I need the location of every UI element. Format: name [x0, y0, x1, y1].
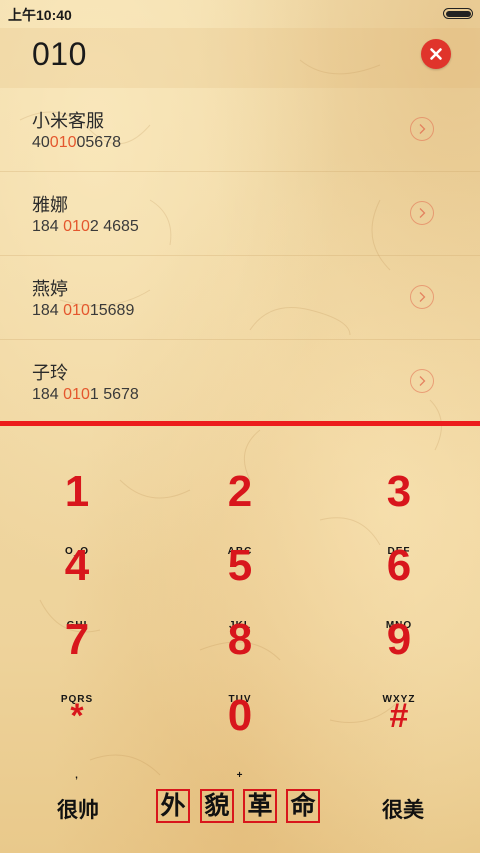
battery-level: [445, 10, 471, 17]
bottom-bar: 很帅 外 貌 革 命 很美: [0, 781, 480, 853]
left-action-button[interactable]: 很帅: [57, 794, 99, 824]
contact-detail-button[interactable]: [410, 369, 434, 393]
battery-icon: [443, 8, 473, 19]
key-digit: 4: [64, 541, 90, 590]
dialed-number: 010: [32, 36, 87, 72]
number-suffix: 15689: [89, 302, 135, 319]
dial-keypad: 1 O_O 2 ABC 3 DEF 4 GHI 5 JKL 6 MNO 7 PQ…: [0, 426, 480, 782]
key-star[interactable]: * ,: [7, 678, 147, 781]
contact-number: 184 01015689: [32, 302, 134, 320]
key-digit: 6: [386, 541, 412, 590]
contact-name: 小米客服: [32, 111, 104, 132]
number-suffix: 05678: [76, 134, 122, 151]
number-match: 010: [63, 386, 90, 403]
chevron-right-icon: [419, 124, 426, 134]
key-1[interactable]: 1 O_O: [7, 454, 147, 558]
key-digit: 2: [227, 467, 253, 516]
chevron-right-icon: [419, 292, 426, 302]
status-bar: 上午10:40: [0, 0, 480, 28]
key-digit: 9: [386, 615, 412, 664]
key-4[interactable]: 4 GHI: [7, 528, 147, 632]
number-suffix: 1 5678: [89, 386, 139, 403]
key-digit: 7: [64, 615, 90, 664]
key-8[interactable]: 8 TUV: [170, 602, 310, 706]
clear-button[interactable]: [421, 39, 451, 69]
number-prefix: 184: [32, 302, 64, 319]
key-letters: ,: [75, 770, 79, 781]
key-hash[interactable]: #: [329, 678, 469, 752]
key-0[interactable]: 0 +: [170, 678, 310, 782]
contact-detail-button[interactable]: [410, 285, 434, 309]
chevron-right-icon: [419, 208, 426, 218]
number-prefix: 184: [32, 386, 64, 403]
dialed-number-header: 010: [0, 28, 480, 88]
key-digit: #: [389, 697, 409, 735]
contact-row[interactable]: 子玲 184 0101 5678: [0, 340, 480, 424]
number-match: 010: [63, 218, 90, 235]
contact-name: 雅娜: [32, 195, 68, 216]
stamp-char: 命: [286, 789, 320, 823]
key-digit: 5: [227, 541, 253, 590]
contact-number: 184 0102 4685: [32, 218, 139, 236]
right-action-button[interactable]: 很美: [382, 794, 424, 824]
key-2[interactable]: 2 ABC: [170, 454, 310, 558]
stamp-char: 外: [156, 789, 190, 823]
contact-detail-button[interactable]: [410, 117, 434, 141]
key-digit: 0: [227, 691, 253, 740]
key-digit: 8: [227, 615, 253, 664]
key-5[interactable]: 5 JKL: [170, 528, 310, 632]
contact-suggestion-list: 小米客服 4001005678 雅娜 184 0102 4685 燕婷 184 …: [0, 88, 480, 424]
number-match: 010: [63, 302, 90, 319]
contact-name: 子玲: [32, 363, 68, 384]
contact-name: 燕婷: [32, 279, 68, 300]
number-prefix: 184: [32, 218, 64, 235]
contact-row[interactable]: 小米客服 4001005678: [0, 88, 480, 172]
contact-detail-button[interactable]: [410, 201, 434, 225]
status-time: 上午10:40: [8, 7, 72, 23]
key-digit: 1: [64, 467, 90, 516]
contact-number: 184 0101 5678: [32, 386, 139, 404]
contact-row[interactable]: 雅娜 184 0102 4685: [0, 172, 480, 256]
contact-row[interactable]: 燕婷 184 01015689: [0, 256, 480, 340]
key-9[interactable]: 9 WXYZ: [329, 602, 469, 706]
key-3[interactable]: 3 DEF: [329, 454, 469, 558]
stamp-char: 革: [243, 789, 277, 823]
number-prefix: 40: [32, 134, 50, 151]
key-7[interactable]: 7 PQRS: [7, 602, 147, 706]
number-suffix: 2 4685: [89, 218, 139, 235]
key-digit: 3: [386, 467, 412, 516]
key-digit: *: [70, 697, 84, 735]
stamp-char: 貌: [200, 789, 234, 823]
key-letters: +: [236, 770, 244, 781]
key-6[interactable]: 6 MNO: [329, 528, 469, 632]
contact-number: 4001005678: [32, 134, 121, 152]
close-icon: [430, 48, 442, 60]
number-match: 010: [49, 134, 77, 151]
chevron-right-icon: [419, 376, 426, 386]
